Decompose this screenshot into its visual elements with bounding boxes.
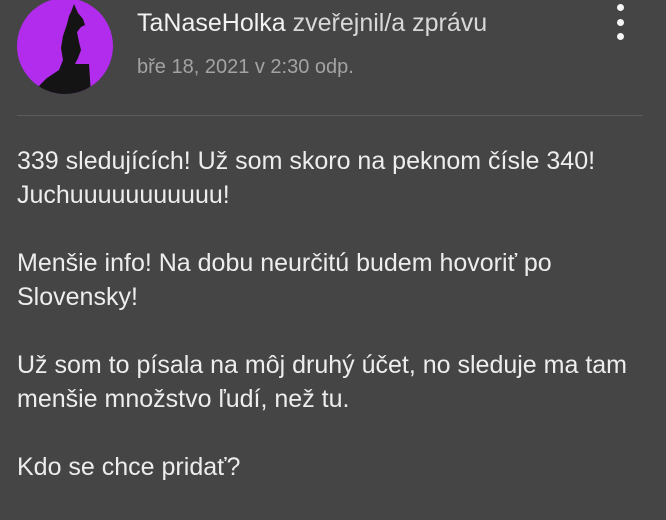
avatar[interactable] [17,0,113,94]
post-paragraph: 339 sledujících! Už som skoro na peknom … [17,147,596,209]
author-action: zveřejnil/a zprávu [285,9,488,37]
post-paragraph: Kdo se chce pridať? [17,453,241,481]
post-header: TaNaseHolka zveřejnil/a zprávu bře 18, 2… [0,0,666,110]
wolf-avatar-icon [33,4,91,94]
menu-dot [616,4,624,11]
post-paragraph: Menšie info! Na dobu neurčitú budem hovo… [17,249,552,311]
menu-dot [616,18,624,26]
more-options-icon[interactable] [606,2,634,42]
post-timestamp: bře 18, 2021 v 2:30 odp. [137,56,354,78]
author-line: TaNaseHolka zveřejnil/a zprávu [137,8,487,38]
post-body: 339 sledujících! Už som skoro na peknom … [17,144,657,484]
divider [17,115,643,116]
author-name[interactable]: TaNaseHolka [137,9,286,37]
menu-dot [616,33,624,40]
post-paragraph: Už som to písala na môj druhý účet, no s… [17,351,628,413]
